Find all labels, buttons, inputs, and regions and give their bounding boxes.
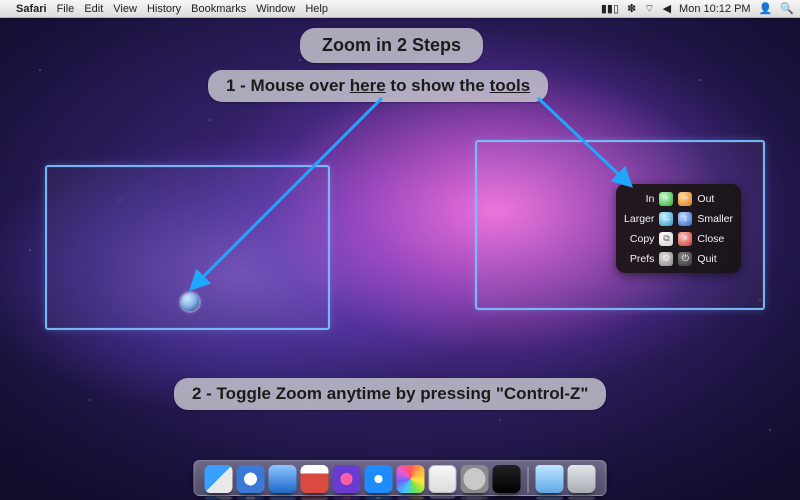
dock-mail[interactable] (269, 465, 297, 493)
palette-out-label: Out (697, 193, 733, 205)
step1-text: 1 - Mouse over here to show the tools (226, 76, 530, 95)
zoom-out-icon[interactable]: − (678, 192, 692, 206)
menu-history[interactable]: History (147, 3, 181, 15)
dock-safari[interactable] (237, 465, 265, 493)
step1-tools: tools (490, 76, 531, 95)
step2-bubble: 2 - Toggle Zoom anytime by pressing "Con… (174, 378, 606, 410)
title-text: Zoom in 2 Steps (322, 35, 461, 55)
dock (194, 460, 607, 496)
dock-separator (528, 467, 529, 493)
app-menu[interactable]: Safari (16, 3, 47, 15)
dock-sysprefs[interactable] (461, 465, 489, 493)
bluetooth-icon[interactable]: ✽ (627, 2, 636, 15)
step1-bubble: 1 - Mouse over here to show the tools (208, 70, 548, 102)
menu-view[interactable]: View (113, 3, 137, 15)
palette-in-label: In (624, 193, 654, 205)
tools-palette: In + − Out Larger ↔ ↕ Smaller Copy ⧉ × C… (616, 184, 741, 273)
dock-itunes[interactable] (333, 465, 361, 493)
wifi-icon[interactable]: ⌔ (644, 2, 654, 16)
close-icon[interactable]: × (678, 232, 692, 246)
step2-text: 2 - Toggle Zoom anytime by pressing "Con… (192, 384, 588, 403)
dock-downloads[interactable] (536, 465, 564, 493)
step1-here: here (350, 76, 386, 95)
title-bubble: Zoom in 2 Steps (300, 28, 483, 63)
dock-textedit[interactable] (429, 465, 457, 493)
palette-close-label: Close (697, 233, 733, 245)
menu-file[interactable]: File (57, 3, 75, 15)
desktop: Safari File Edit View History Bookmarks … (0, 0, 800, 500)
palette-smaller-label: Smaller (697, 213, 733, 225)
zoom-in-icon[interactable]: + (659, 192, 673, 206)
step1-pre: 1 - Mouse over (226, 76, 350, 95)
smaller-icon[interactable]: ↕ (678, 212, 692, 226)
zoom-region-tools[interactable]: In + − Out Larger ↔ ↕ Smaller Copy ⧉ × C… (475, 140, 765, 310)
palette-larger-label: Larger (624, 213, 654, 225)
larger-icon[interactable]: ↔ (659, 212, 673, 226)
prefs-icon[interactable]: ⚙ (659, 252, 673, 266)
palette-prefs-label: Prefs (624, 253, 654, 265)
menubar-clock[interactable]: Mon 10:12 PM (679, 3, 751, 15)
battery-icon[interactable]: ▮▮▯ (601, 2, 619, 15)
palette-copy-label: Copy (624, 233, 654, 245)
dock-finder[interactable] (205, 465, 233, 493)
menu-help[interactable]: Help (305, 3, 328, 15)
step1-mid: to show the (386, 76, 490, 95)
menu-window[interactable]: Window (256, 3, 295, 15)
copy-icon[interactable]: ⧉ (659, 232, 673, 246)
menubar: Safari File Edit View History Bookmarks … (0, 0, 800, 18)
dock-appstore[interactable] (365, 465, 393, 493)
user-icon[interactable]: 👤 (759, 2, 773, 15)
zoom-center-puck[interactable] (181, 293, 199, 311)
menu-edit[interactable]: Edit (84, 3, 103, 15)
menubar-menus: File Edit View History Bookmarks Window … (57, 3, 328, 15)
palette-quit-label: Quit (697, 253, 733, 265)
menu-bookmarks[interactable]: Bookmarks (191, 3, 246, 15)
spotlight-icon[interactable]: 🔍 (780, 2, 794, 15)
zoom-region-empty[interactable] (45, 165, 330, 330)
dock-photo[interactable] (397, 465, 425, 493)
menubar-status: ▮▮▯ ✽ ⌔ ◀ Mon 10:12 PM 👤 🔍 (601, 2, 794, 16)
dock-ical[interactable] (301, 465, 329, 493)
dock-trash[interactable] (568, 465, 596, 493)
volume-icon[interactable]: ◀ (663, 2, 671, 15)
dock-terminal[interactable] (493, 465, 521, 493)
quit-icon[interactable]: ⏻ (678, 252, 692, 266)
